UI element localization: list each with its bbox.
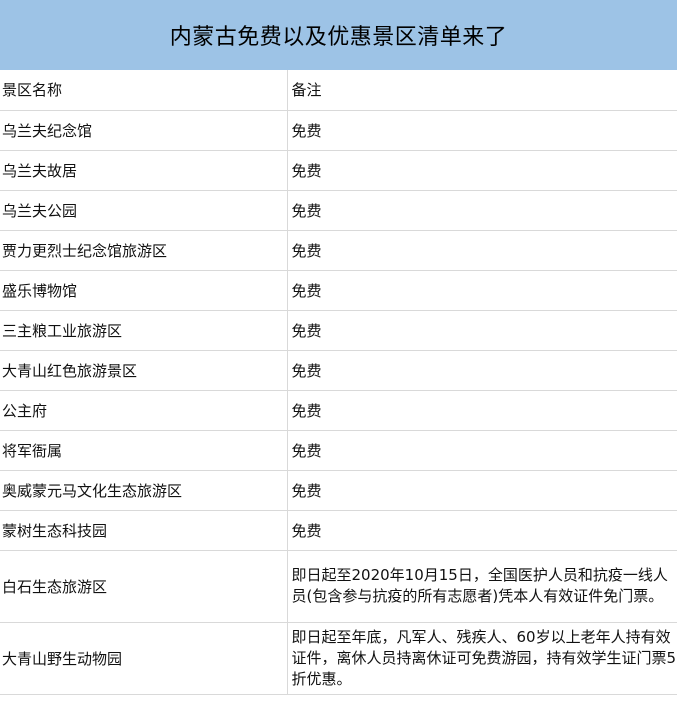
column-header-note: 备注 [287,70,677,111]
table-header-row: 景区名称 备注 [0,70,677,111]
spot-name-cell: 大青山红色旅游景区 [0,350,288,391]
spot-note-cell: 即日起至2020年10月15日，全国医护人员和抗疫一线人员(包含参与抗疫的所有志… [287,550,677,623]
scenic-spot-table: 景区名称 备注 乌兰夫纪念馆 免费 乌兰夫故居 免费 乌兰夫公园 免费 贾力更烈… [0,70,677,695]
spot-name-cell: 乌兰夫公园 [0,190,288,231]
spot-name-cell: 奥威蒙元马文化生态旅游区 [0,470,288,511]
spot-note-cell: 免费 [287,350,677,391]
spot-name-cell: 三主粮工业旅游区 [0,310,288,351]
table-row: 大青山红色旅游景区 免费 [0,350,677,391]
table-row: 公主府 免费 [0,390,677,431]
table-row: 白石生态旅游区 即日起至2020年10月15日，全国医护人员和抗疫一线人员(包含… [0,550,677,623]
spot-note-cell: 免费 [287,270,677,311]
page-title: 内蒙古免费以及优惠景区清单来了 [0,0,677,70]
table-row: 蒙树生态科技园 免费 [0,510,677,551]
spot-note-cell: 免费 [287,230,677,271]
table-row: 三主粮工业旅游区 免费 [0,310,677,351]
spot-name-cell: 公主府 [0,390,288,431]
column-header-name: 景区名称 [0,70,288,111]
table-row: 大青山野生动物园 即日起至年底，凡军人、残疾人、60岁以上老年人持有效证件，离休… [0,622,677,695]
spot-note-cell: 免费 [287,470,677,511]
table-row: 乌兰夫纪念馆 免费 [0,110,677,151]
table-row: 乌兰夫公园 免费 [0,190,677,231]
spot-note-cell: 免费 [287,150,677,191]
spot-note-cell: 免费 [287,310,677,351]
table-row: 乌兰夫故居 免费 [0,150,677,191]
spot-note-cell: 免费 [287,110,677,151]
spot-name-cell: 大青山野生动物园 [0,622,288,695]
spot-name-cell: 蒙树生态科技园 [0,510,288,551]
spot-name-cell: 盛乐博物馆 [0,270,288,311]
spot-note-cell: 免费 [287,430,677,471]
spot-name-cell: 白石生态旅游区 [0,550,288,623]
spot-note-cell: 免费 [287,390,677,431]
spot-name-cell: 贾力更烈士纪念馆旅游区 [0,230,288,271]
spot-name-cell: 乌兰夫故居 [0,150,288,191]
spot-note-cell: 免费 [287,190,677,231]
spot-note-cell: 免费 [287,510,677,551]
spot-name-cell: 将军衙属 [0,430,288,471]
spot-note-cell: 即日起至年底，凡军人、残疾人、60岁以上老年人持有效证件，离休人员持离休证可免费… [287,622,677,695]
table-row: 将军衙属 免费 [0,430,677,471]
table-row: 奥威蒙元马文化生态旅游区 免费 [0,470,677,511]
table-row: 盛乐博物馆 免费 [0,270,677,311]
spot-name-cell: 乌兰夫纪念馆 [0,110,288,151]
table-row: 贾力更烈士纪念馆旅游区 免费 [0,230,677,271]
